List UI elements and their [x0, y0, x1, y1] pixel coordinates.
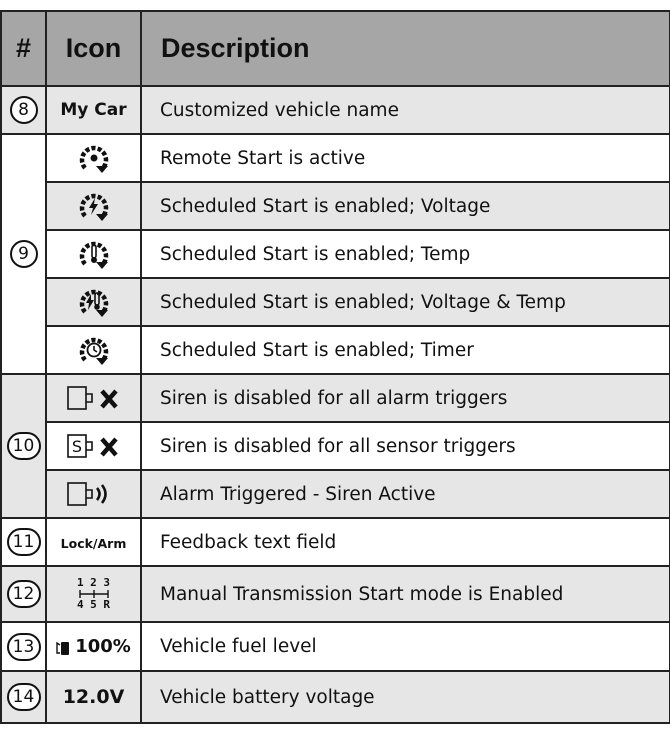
- row-number-cell: 11: [0, 517, 47, 567]
- gear-top-label: 1 2 3: [76, 575, 111, 589]
- row-number: 9: [9, 240, 38, 268]
- icon-cell: 1 2 3 4 5 R: [45, 565, 142, 623]
- header-number: #: [0, 10, 47, 87]
- fuel-pump-icon: [56, 641, 70, 655]
- description: Manual Transmission Start mode is Enable…: [140, 565, 670, 623]
- lock-arm-icon: Lock/Arm: [60, 535, 127, 551]
- header-description: Description: [140, 10, 670, 87]
- table-row: 14 12.0V Vehicle battery voltage: [0, 670, 670, 724]
- icon-cell: S: [45, 421, 142, 471]
- description: Scheduled Start is enabled; Timer: [140, 325, 670, 375]
- description: Feedback text field: [140, 517, 670, 567]
- row-number-cell: 12: [0, 565, 47, 623]
- table-row: Scheduled Start is enabled; Timer: [1, 325, 670, 375]
- row-number: 13: [6, 632, 41, 661]
- table-row: 12 1 2 3 4 5 R Manual Transmission Start…: [0, 565, 670, 623]
- icon-table: # Icon Description 8 My Car Customized v…: [0, 10, 670, 724]
- icon-cell: [45, 133, 142, 183]
- row-number-cell: 13: [0, 621, 47, 672]
- siren-alarm-disabled-icon: [66, 386, 118, 410]
- description: Scheduled Start is enabled; Voltage & Te…: [140, 277, 670, 327]
- row-number-cell: 14: [0, 670, 47, 724]
- icon-cell: [45, 469, 142, 519]
- table-row: Alarm Triggered - Siren Active: [1, 469, 670, 519]
- description: Alarm Triggered - Siren Active: [140, 469, 670, 519]
- description: Vehicle fuel level: [140, 621, 670, 672]
- header-icon: Icon: [45, 10, 142, 87]
- siren-active-icon: [66, 482, 107, 506]
- vehicle-name-icon: My Car: [60, 100, 127, 120]
- icon-cell: [45, 181, 142, 231]
- icon-cell: [45, 277, 142, 327]
- table-row: Scheduled Start is enabled; Temp: [1, 229, 670, 279]
- table-row: Scheduled Start is enabled; Voltage: [1, 181, 670, 231]
- gear-bottom-label: 4 5 R: [76, 597, 111, 611]
- icon-cell: [45, 325, 142, 375]
- icon-cell: 100%: [45, 621, 142, 672]
- description: Siren is disabled for all alarm triggers: [140, 373, 670, 423]
- row-number: 14: [6, 683, 41, 711]
- scheduled-voltage-icon: [79, 193, 108, 221]
- table-row: 8 My Car Customized vehicle name: [0, 85, 670, 135]
- row-number-cell: 9: [0, 133, 47, 375]
- description: Remote Start is active: [140, 133, 670, 183]
- remote-start-icon: [79, 145, 108, 173]
- scheduled-voltage-temp-icon: [79, 289, 108, 317]
- icon-cell: My Car: [45, 85, 142, 135]
- description: Vehicle battery voltage: [140, 670, 670, 724]
- table-header: # Icon Description: [0, 10, 670, 87]
- description: Siren is disabled for all sensor trigger…: [140, 421, 670, 471]
- icon-legend: # Icon Description 8 My Car Customized v…: [0, 10, 670, 724]
- row-number: 8: [9, 96, 38, 124]
- table-row: S Siren is disabled for all sensor trigg…: [1, 421, 670, 471]
- table-row: 9 Remote Start is active: [0, 133, 670, 375]
- battery-voltage-value: 12.0V: [62, 686, 125, 708]
- icon-cell: [45, 229, 142, 279]
- description: Customized vehicle name: [140, 85, 670, 135]
- row-number-cell: 8: [0, 85, 47, 135]
- icon-cell: Lock/Arm: [45, 517, 142, 567]
- fuel-level-value: 100%: [75, 636, 131, 657]
- scheduled-timer-icon: [79, 337, 108, 365]
- gear-pattern-icon: [78, 589, 109, 598]
- icon-cell: 12.0V: [45, 670, 142, 724]
- description: Scheduled Start is enabled; Temp: [140, 229, 670, 279]
- row-number-cell: 10: [0, 373, 47, 519]
- description: Scheduled Start is enabled; Voltage: [140, 181, 670, 231]
- table-row: 11 Lock/Arm Feedback text field: [0, 517, 670, 567]
- sensor-letter: S: [71, 437, 81, 456]
- row-number: 10: [6, 432, 41, 460]
- table-row: Scheduled Start is enabled; Voltage & Te…: [1, 277, 670, 327]
- row-number: 11: [6, 528, 41, 556]
- row-number: 12: [6, 580, 41, 608]
- icon-cell: [45, 373, 142, 423]
- scheduled-temp-icon: [79, 241, 108, 269]
- table-row: 13 100% Vehicle fuel level: [0, 621, 670, 672]
- gear-shift-icon: 1 2 3 4 5 R: [77, 577, 111, 610]
- siren-sensor-disabled-icon: S: [66, 434, 118, 458]
- table-row: 10 Siren is disabled for all alarm trigg…: [0, 373, 670, 519]
